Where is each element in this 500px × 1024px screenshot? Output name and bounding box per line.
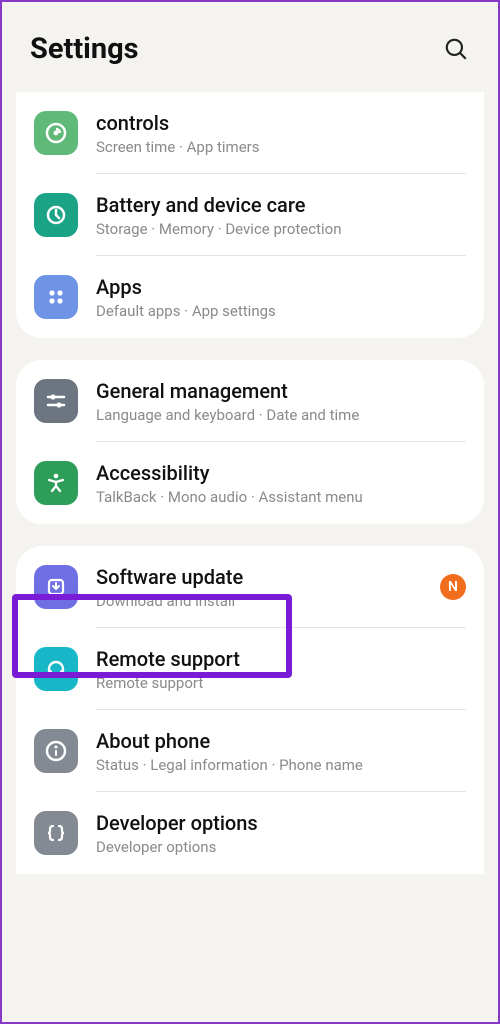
item-title: General management — [96, 378, 466, 404]
new-badge: N — [440, 574, 466, 600]
item-text: About phone Status · Legal information ·… — [96, 728, 466, 774]
care-icon — [34, 193, 78, 237]
settings-item-about-phone[interactable]: About phone Status · Legal information ·… — [16, 710, 484, 792]
wellbeing-icon — [34, 111, 78, 155]
item-sub: Remote support — [96, 674, 466, 692]
settings-group-system: Software update Download and install N R… — [16, 546, 484, 874]
settings-item-apps[interactable]: Apps Default apps · App settings — [16, 256, 484, 338]
item-title: controls — [96, 110, 466, 136]
item-sub: Screen time · App timers — [96, 138, 466, 156]
search-button[interactable] — [442, 35, 470, 63]
item-text: Remote support Remote support — [96, 646, 466, 692]
item-sub: Storage · Memory · Device protection — [96, 220, 466, 238]
item-text: General management Language and keyboard… — [96, 378, 466, 424]
header: Settings — [2, 2, 498, 92]
item-text: controls Screen time · App timers — [96, 110, 466, 156]
item-sub: Default apps · App settings — [96, 302, 466, 320]
accessibility-icon — [34, 461, 78, 505]
info-icon — [34, 729, 78, 773]
apps-icon — [34, 275, 78, 319]
item-sub: Download and install — [96, 592, 430, 610]
settings-item-general-management[interactable]: General management Language and keyboard… — [16, 360, 484, 442]
settings-group-general: General management Language and keyboard… — [16, 360, 484, 524]
item-text: Software update Download and install — [96, 564, 430, 610]
item-text: Accessibility TalkBack · Mono audio · As… — [96, 460, 466, 506]
settings-item-battery[interactable]: Battery and device care Storage · Memory… — [16, 174, 484, 256]
settings-item-software-update[interactable]: Software update Download and install N — [16, 546, 484, 628]
sliders-icon — [34, 379, 78, 423]
item-sub: Developer options — [96, 838, 466, 856]
update-icon — [34, 565, 78, 609]
item-title: Battery and device care — [96, 192, 466, 218]
page-title: Settings — [30, 32, 139, 66]
item-title: Apps — [96, 274, 466, 300]
search-icon — [443, 36, 469, 62]
settings-item-remote-support[interactable]: Remote support Remote support — [16, 628, 484, 710]
item-text: Battery and device care Storage · Memory… — [96, 192, 466, 238]
item-title: About phone — [96, 728, 466, 754]
item-sub: TalkBack · Mono audio · Assistant menu — [96, 488, 466, 506]
item-title: Developer options — [96, 810, 466, 836]
item-text: Developer options Developer options — [96, 810, 466, 856]
headset-icon — [34, 647, 78, 691]
settings-item-controls[interactable]: controls Screen time · App timers — [16, 92, 484, 174]
braces-icon — [34, 811, 78, 855]
item-sub: Status · Legal information · Phone name — [96, 756, 466, 774]
item-title: Software update — [96, 564, 430, 590]
item-title: Accessibility — [96, 460, 466, 486]
settings-group-device: controls Screen time · App timers Batter… — [16, 92, 484, 338]
settings-item-accessibility[interactable]: Accessibility TalkBack · Mono audio · As… — [16, 442, 484, 524]
item-sub: Language and keyboard · Date and time — [96, 406, 466, 424]
settings-item-developer-options[interactable]: Developer options Developer options — [16, 792, 484, 874]
item-title: Remote support — [96, 646, 466, 672]
item-text: Apps Default apps · App settings — [96, 274, 466, 320]
